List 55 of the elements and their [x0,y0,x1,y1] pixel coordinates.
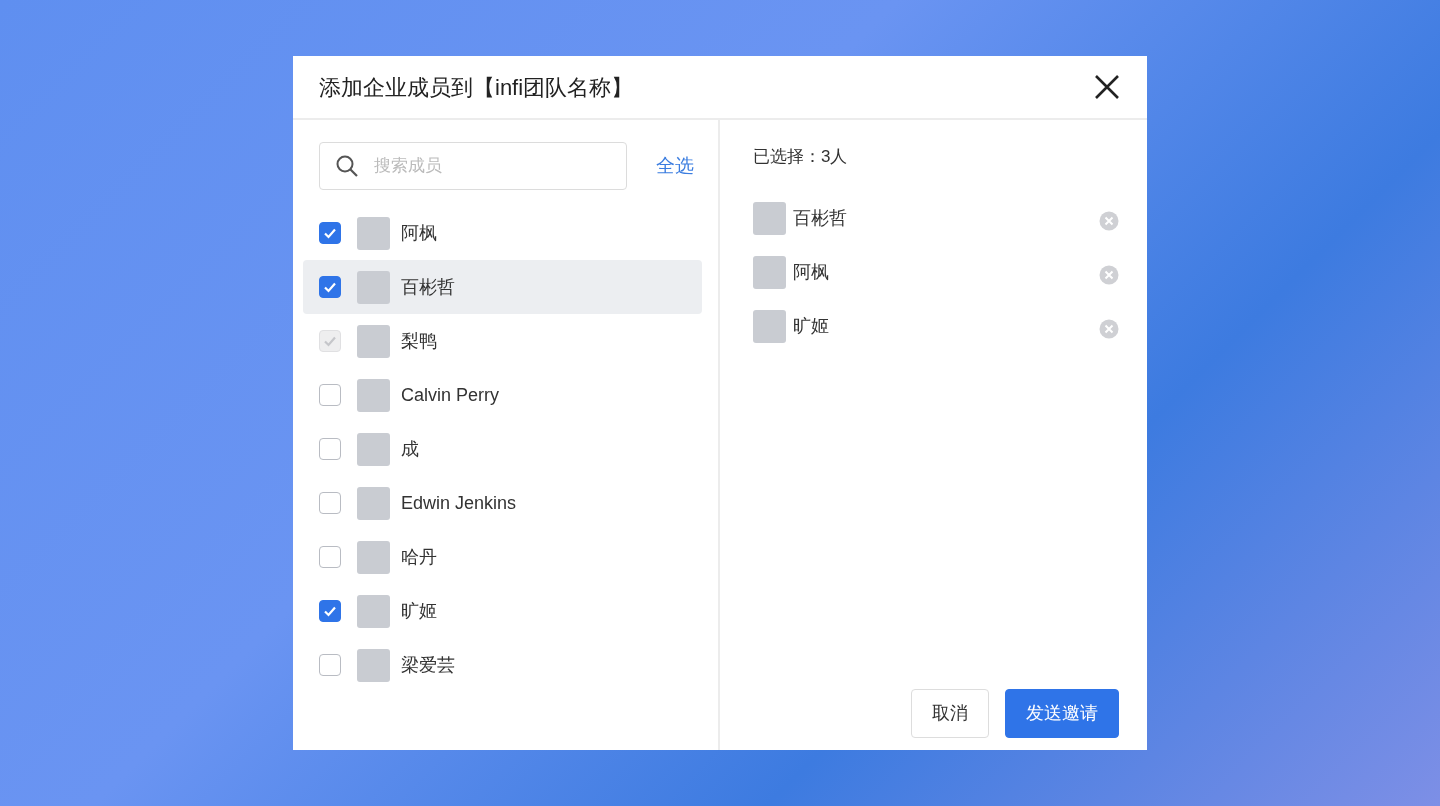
member-name: 旷姬 [401,599,437,623]
avatar-photo-placeholder [357,324,390,358]
checkbox[interactable] [319,654,341,676]
close-icon [1099,319,1119,340]
member-name: 阿枫 [401,221,437,245]
search-field[interactable]: 搜索成员 [319,142,627,190]
member-name: 百彬哲 [401,275,455,299]
close-icon [1099,265,1119,286]
cancel-button[interactable]: 取消 [911,689,989,738]
avatar-photo-placeholder [357,270,390,304]
checkbox[interactable] [319,276,341,298]
checkbox[interactable] [319,222,341,244]
member-row[interactable]: 旷姬 [303,584,702,638]
member-row[interactable]: Calvin Perry [303,368,702,422]
checkbox[interactable] [319,438,341,460]
member-row[interactable]: 阿枫 [303,206,702,260]
member-name: 阿枫 [793,261,829,284]
avatar-photo-placeholder [357,378,390,412]
member-row[interactable]: 百彬哲 [303,260,702,314]
checkbox[interactable] [319,600,341,622]
close-button[interactable] [1093,73,1121,101]
member-name: 成 [401,437,419,461]
member-row[interactable]: 哈丹 [303,530,702,584]
checkbox[interactable] [319,546,341,568]
avatar-photo-placeholder [753,310,786,343]
member-row[interactable]: Edwin Jenkins [303,476,702,530]
avatar-photo-placeholder [357,594,390,628]
check-icon [323,226,337,240]
member-name: 百彬哲 [793,207,847,230]
check-icon [323,280,337,294]
selected-count: 已选择：3人 [753,146,849,168]
avatar-photo-placeholder [357,486,390,520]
close-icon [1093,73,1121,101]
avatar-photo-placeholder [357,648,390,682]
member-row[interactable]: 成 [303,422,702,476]
close-icon [1099,211,1119,232]
dialog-title: 添加企业成员到【infi团队名称】 [319,73,634,102]
checkbox[interactable] [319,384,341,406]
member-name: 梨鸭 [401,329,437,353]
avatar-photo-placeholder [357,216,390,250]
member-name: Calvin Perry [401,383,500,407]
member-row[interactable]: 梁爱芸 [303,638,702,692]
select-all-link[interactable]: 全选 [656,151,694,181]
avatar-photo-placeholder [357,540,390,574]
send-invite-button[interactable]: 发送邀请 [1005,689,1119,738]
avatar-photo-placeholder [753,256,786,289]
member-name: 旷姬 [793,315,829,338]
member-name: 哈丹 [401,545,437,569]
member-name: 梁爱芸 [401,653,455,677]
avatar-photo-placeholder [753,202,786,235]
avatar-photo-placeholder [357,432,390,466]
check-icon [323,604,337,618]
checkbox[interactable] [319,492,341,514]
member-name: Edwin Jenkins [401,491,517,515]
check-icon [323,334,337,348]
